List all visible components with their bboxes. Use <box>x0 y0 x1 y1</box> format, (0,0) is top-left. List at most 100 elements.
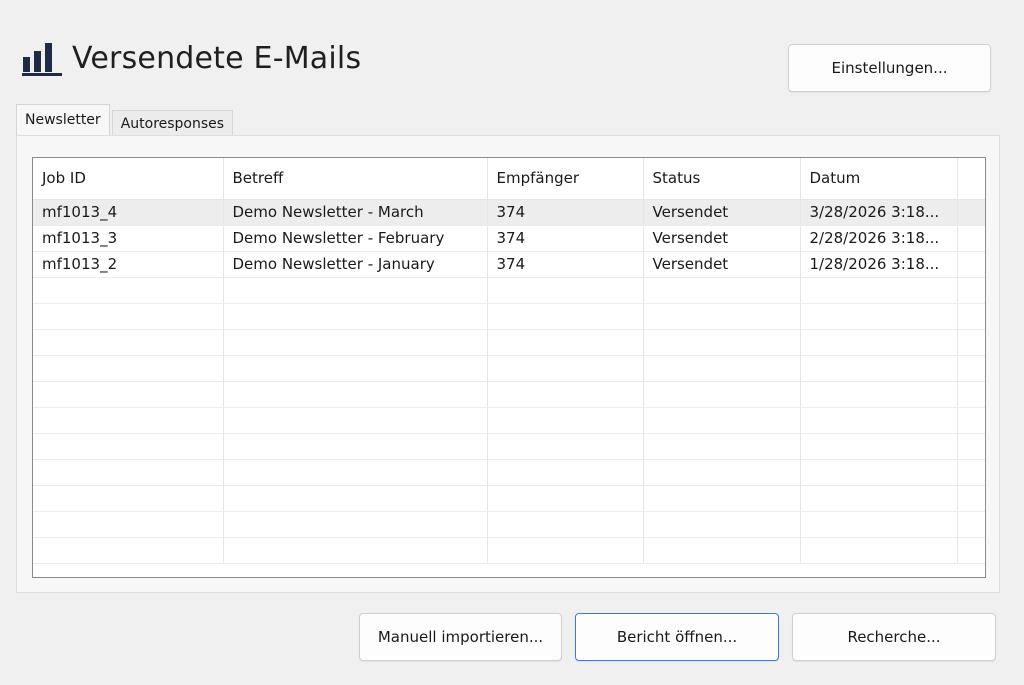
cell-empfaenger <box>487 511 644 538</box>
cell-empfaenger <box>487 537 644 564</box>
cell-filler <box>957 355 985 382</box>
cell-betreff <box>223 407 488 434</box>
column-header-betreff[interactable]: Betreff <box>223 158 488 200</box>
cell-betreff <box>223 485 488 512</box>
cell-status: Versendet <box>643 225 801 252</box>
cell-datum <box>800 355 958 382</box>
cell-filler <box>957 511 985 538</box>
cell-betreff <box>223 355 488 382</box>
cell-filler <box>957 381 985 408</box>
cell-filler <box>957 251 985 278</box>
cell-betreff <box>223 459 488 486</box>
cell-filler <box>957 433 985 460</box>
empty-table-row <box>33 485 985 512</box>
table-row[interactable]: mf1013_3 Demo Newsletter - February 374 Ver… <box>33 225 985 252</box>
cell-job-id <box>33 355 224 382</box>
tab-newsletter[interactable]: Newsletter <box>16 104 110 136</box>
empty-table-row <box>33 329 985 356</box>
cell-status <box>643 277 801 304</box>
cell-filler <box>957 459 985 486</box>
cell-job-id <box>33 329 224 356</box>
cell-betreff: Demo Newsletter - February <box>223 225 488 252</box>
cell-filler <box>957 225 985 252</box>
cell-filler <box>957 485 985 512</box>
empty-table-row <box>33 537 985 564</box>
cell-job-id <box>33 277 224 304</box>
cell-empfaenger <box>487 381 644 408</box>
cell-job-id <box>33 537 224 564</box>
cell-empfaenger <box>487 329 644 356</box>
table-row[interactable]: mf1013_4 Demo Newsletter - March 374 Versen… <box>33 199 985 226</box>
cell-datum: 3/28/2026 3:18... <box>800 199 958 226</box>
cell-filler <box>957 407 985 434</box>
manual-import-button[interactable]: Manuell importieren... <box>359 613 562 661</box>
cell-datum <box>800 433 958 460</box>
cell-filler <box>957 537 985 564</box>
cell-betreff <box>223 537 488 564</box>
column-header-empfaenger[interactable]: Empfänger <box>487 158 644 200</box>
cell-status <box>643 381 801 408</box>
cell-empfaenger <box>487 485 644 512</box>
cell-datum <box>800 277 958 304</box>
cell-datum <box>800 485 958 512</box>
cell-empfaenger: 374 <box>487 251 644 278</box>
cell-job-id <box>33 303 224 330</box>
cell-status <box>643 459 801 486</box>
cell-status: Versendet <box>643 251 801 278</box>
emails-table[interactable]: Job ID Betreff Empfänger Status Datum mf… <box>32 157 986 578</box>
empty-table-row <box>33 459 985 486</box>
page-title: Versendete E-Mails <box>72 40 362 76</box>
cell-empfaenger <box>487 459 644 486</box>
cell-job-id <box>33 407 224 434</box>
cell-status <box>643 537 801 564</box>
cell-empfaenger <box>487 277 644 304</box>
cell-empfaenger <box>487 407 644 434</box>
cell-betreff <box>223 511 488 538</box>
cell-betreff <box>223 303 488 330</box>
cell-betreff <box>223 433 488 460</box>
cell-status <box>643 485 801 512</box>
cell-job-id <box>33 459 224 486</box>
cell-datum <box>800 511 958 538</box>
cell-empfaenger <box>487 355 644 382</box>
empty-table-row <box>33 381 985 408</box>
open-report-button[interactable]: Bericht öffnen... <box>575 613 779 661</box>
cell-status: Versendet <box>643 199 801 226</box>
empty-table-row <box>33 355 985 382</box>
cell-status <box>643 329 801 356</box>
cell-status <box>643 303 801 330</box>
cell-status <box>643 355 801 382</box>
tab-autoresponses[interactable]: Autoresponses <box>111 110 234 136</box>
column-header-filler <box>957 158 985 200</box>
cell-job-id <box>33 485 224 512</box>
cell-datum: 2/28/2026 3:18... <box>800 225 958 252</box>
cell-datum <box>800 329 958 356</box>
table-header-row: Job ID Betreff Empfänger Status Datum <box>33 158 985 200</box>
cell-datum <box>800 537 958 564</box>
cell-job-id: mf1013_3 <box>33 225 224 252</box>
column-header-job-id[interactable]: Job ID <box>33 158 224 200</box>
page-header: Versendete E-Mails <box>22 38 361 78</box>
cell-filler <box>957 329 985 356</box>
column-header-status[interactable]: Status <box>643 158 801 200</box>
column-header-datum[interactable]: Datum <box>800 158 958 200</box>
empty-table-row <box>33 407 985 434</box>
cell-status <box>643 511 801 538</box>
cell-betreff <box>223 381 488 408</box>
cell-job-id <box>33 433 224 460</box>
settings-button[interactable]: Einstellungen... <box>788 44 991 92</box>
empty-table-row <box>33 303 985 330</box>
cell-empfaenger: 374 <box>487 225 644 252</box>
cell-datum <box>800 381 958 408</box>
cell-status <box>643 407 801 434</box>
cell-betreff <box>223 277 488 304</box>
table-row[interactable]: mf1013_2 Demo Newsletter - January 374 Vers… <box>33 251 985 278</box>
cell-filler <box>957 199 985 226</box>
research-button[interactable]: Recherche... <box>792 613 996 661</box>
cell-empfaenger: 374 <box>487 199 644 226</box>
cell-datum <box>800 459 958 486</box>
empty-table-row <box>33 277 985 304</box>
cell-datum: 1/28/2026 3:18... <box>800 251 958 278</box>
cell-empfaenger <box>487 303 644 330</box>
cell-job-id: mf1013_4 <box>33 199 224 226</box>
